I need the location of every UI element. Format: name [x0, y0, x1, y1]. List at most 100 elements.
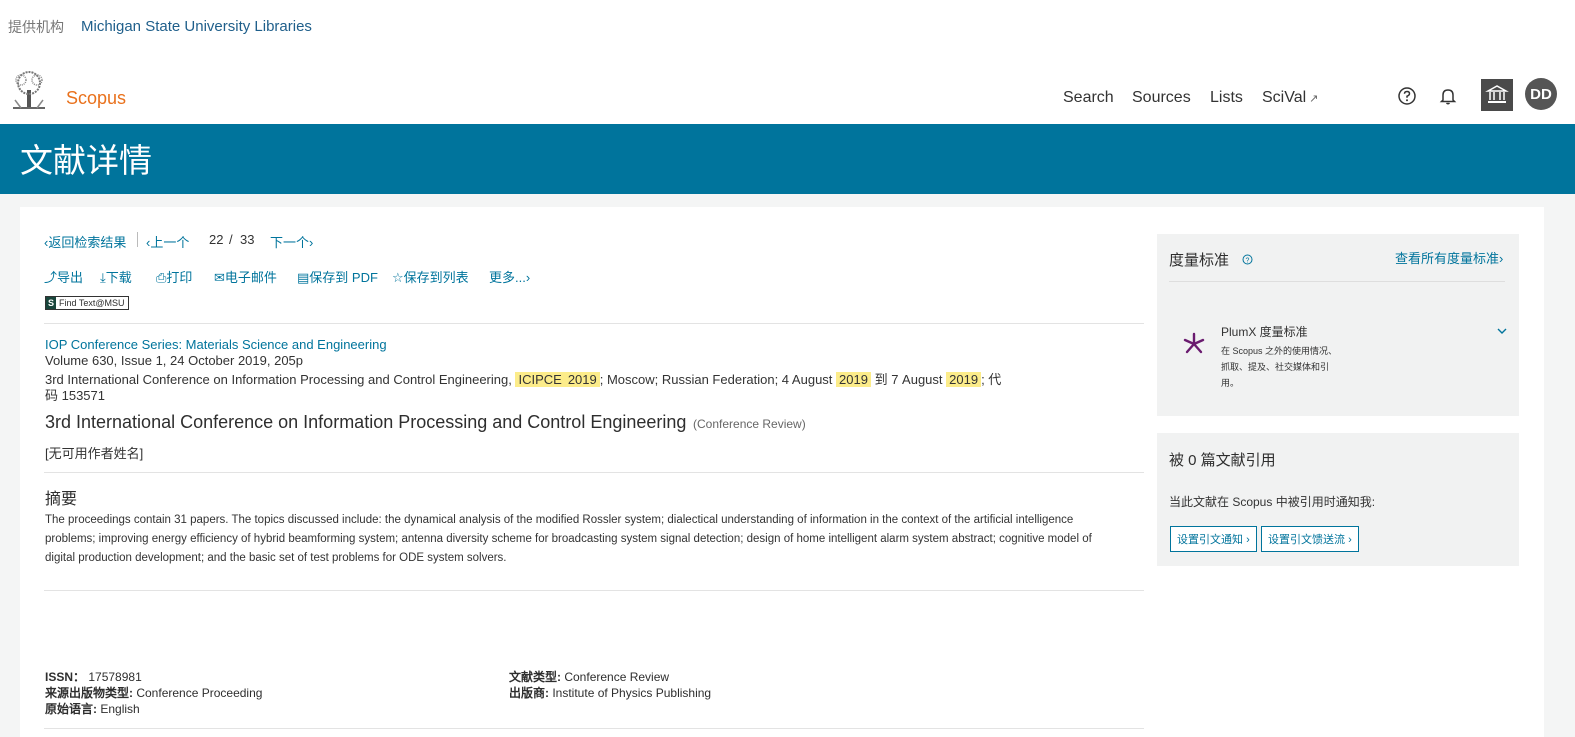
save-pdf-button[interactable]: ▤保存到 PDF — [297, 267, 378, 286]
publisher-label: 出版商: — [509, 686, 549, 700]
metrics-title: 度量标准 — [1169, 252, 1230, 269]
conference-code: 码 153571 — [45, 388, 105, 403]
document-title: 3rd International Conference on Informat… — [45, 412, 687, 432]
divider — [44, 590, 1144, 591]
nav-scival[interactable]: SciVal ↗ — [1262, 89, 1318, 107]
document-type-tag: (Conference Review) — [693, 417, 806, 431]
issn-value: 17578981 — [88, 670, 142, 684]
provider-label: 提供机构 — [8, 19, 64, 35]
publisher-row: 出版商: Institute of Physics Publishing — [509, 684, 711, 701]
plumx-desc-line: 抓取、提及、社交媒体和引 — [1221, 362, 1330, 372]
publisher-value: Institute of Physics Publishing — [552, 686, 712, 700]
chevron-right-icon: › — [1348, 534, 1352, 546]
source-type-value: Conference Proceeding — [136, 686, 263, 700]
save-to-list-label: 保存到列表 — [403, 270, 469, 285]
export-label: 导出 — [57, 270, 84, 285]
next-result-label: 下一个 — [270, 235, 310, 250]
set-citation-alert-label: 设置引文通知 — [1177, 534, 1243, 546]
divider — [137, 232, 138, 247]
abstract-heading: 摘要 — [45, 491, 78, 508]
set-citation-feed-label: 设置引文馈送流 — [1268, 534, 1345, 546]
nav-scival-label: SciVal — [1262, 89, 1307, 106]
citation-notify-text: 当此文献在 Scopus 中被引用时通知我: — [1169, 495, 1376, 509]
abstract-line: problems; improving energy efficiency of… — [45, 533, 1092, 545]
authors: [无可用作者姓名] — [45, 446, 144, 461]
divider — [44, 323, 1144, 324]
email-icon: ✉ — [214, 270, 225, 285]
svg-text:?: ? — [1246, 257, 1250, 264]
institution-button[interactable] — [1481, 79, 1513, 111]
result-position: 22 — [209, 232, 224, 247]
divider — [44, 728, 1144, 729]
print-icon: ⎙ — [156, 270, 167, 285]
find-text-button[interactable]: S Find Text@MSU — [45, 296, 129, 310]
language-value: English — [100, 702, 140, 716]
divider — [1169, 281, 1505, 282]
source-title-link[interactable]: IOP Conference Series: Materials Science… — [45, 337, 387, 352]
set-citation-alert-button[interactable]: 设置引文通知 › — [1170, 526, 1257, 552]
email-button[interactable]: ✉电子邮件 — [214, 267, 277, 286]
help-icon[interactable] — [1397, 86, 1417, 106]
plumx-desc-line: 用。 — [1221, 378, 1240, 388]
info-icon[interactable]: ? — [1242, 254, 1253, 265]
set-citation-feed-button[interactable]: 设置引文馈送流 › — [1261, 526, 1359, 552]
language-label: 原始语言: — [45, 702, 97, 716]
find-text-label: Find Text@MSU — [59, 298, 125, 308]
chevron-down-icon[interactable] — [1496, 327, 1508, 335]
prev-result-link[interactable]: ‹上一个 — [146, 232, 189, 251]
more-button[interactable]: 更多...› — [489, 267, 530, 286]
view-all-metrics-label: 查看所有度量标准 — [1395, 251, 1500, 266]
download-button[interactable]: ⤓下载 — [100, 267, 132, 286]
provider-name[interactable]: Michigan State University Libraries — [81, 18, 312, 35]
bell-icon[interactable] — [1438, 86, 1458, 106]
volume-line: Volume 630, Issue 1, 24 October 2019, 20… — [45, 353, 304, 368]
plumx-icon — [1183, 332, 1205, 354]
doc-type-row: 文献类型: Conference Review — [509, 668, 669, 685]
export-icon: ⤴ — [44, 270, 58, 285]
elsevier-logo-icon[interactable] — [7, 70, 51, 110]
print-button[interactable]: ⎙打印 — [156, 267, 192, 286]
view-all-metrics-link[interactable]: 查看所有度量标准› — [1395, 248, 1503, 267]
chevron-right-icon: › — [525, 270, 531, 285]
divider — [44, 472, 1144, 473]
nav-search[interactable]: Search — [1063, 89, 1114, 107]
highlight-term: ICIPCE — [515, 372, 565, 387]
conf-text-d: ; 代 — [981, 372, 1002, 387]
language-row: 原始语言: English — [45, 700, 140, 717]
email-label: 电子邮件 — [224, 270, 277, 285]
back-to-results-label: 返回检索结果 — [48, 235, 127, 250]
page-title: 文献详情 — [20, 142, 152, 179]
user-avatar[interactable]: DD — [1525, 78, 1557, 110]
result-slash: / — [229, 232, 233, 247]
abstract-line: The proceedings contain 31 papers. The t… — [45, 514, 1074, 526]
back-to-results-link[interactable]: ‹返回检索结果 — [44, 232, 126, 251]
highlight-term: 2019 — [836, 372, 871, 387]
nav-lists[interactable]: Lists — [1210, 89, 1243, 107]
page-banner — [0, 124, 1575, 194]
plumx-title: PlumX 度量标准 — [1221, 325, 1308, 339]
result-total: 33 — [240, 232, 255, 247]
cited-by-title: 被 0 篇文献引用 — [1169, 452, 1276, 469]
doc-type-value: Conference Review — [564, 670, 670, 684]
source-type-label: 来源出版物类型: — [45, 686, 133, 700]
institution-icon — [1485, 85, 1509, 103]
save-to-list-button[interactable]: ☆保存到列表 — [392, 267, 469, 286]
highlight-term: 2019 — [946, 372, 982, 387]
scopus-brand[interactable]: Scopus — [66, 88, 126, 109]
star-icon: ☆ — [392, 270, 404, 285]
export-button[interactable]: ⤴导出 — [44, 267, 83, 286]
issn-label: ISSN： — [45, 670, 86, 684]
doc-type-label: 文献类型: — [509, 670, 561, 684]
chevron-right-icon: › — [1499, 251, 1504, 266]
conference-line: 3rd International Conference on Informat… — [45, 369, 1001, 388]
abstract-line: digital production development; and the … — [45, 552, 507, 564]
chevron-right-icon: › — [1246, 534, 1250, 546]
more-label: 更多... — [489, 270, 526, 285]
issn-row: ISSN： 17578981 — [45, 668, 142, 685]
external-link-icon: ↗ — [1309, 93, 1319, 105]
conf-text-b: ; Moscow; Russian Federation; 4 August — [599, 372, 833, 387]
source-type-row: 来源出版物类型: Conference Proceeding — [45, 684, 262, 701]
next-result-link[interactable]: 下一个› — [270, 232, 313, 251]
conf-text-a: 3rd International Conference on Informat… — [45, 372, 512, 387]
nav-sources[interactable]: Sources — [1132, 89, 1191, 107]
